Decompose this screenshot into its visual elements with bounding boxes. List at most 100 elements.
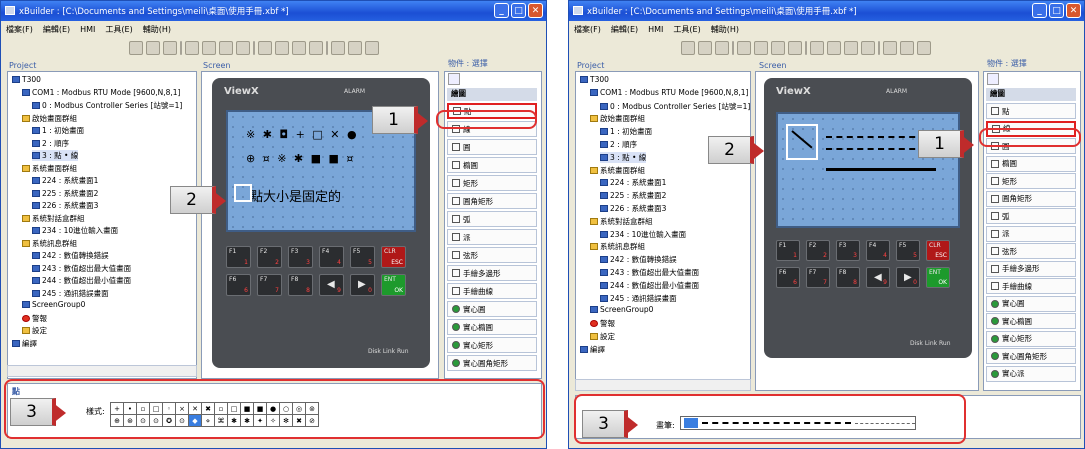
palette-item[interactable]: 圓角矩形 (986, 190, 1076, 207)
minimize-button[interactable]: _ (494, 3, 509, 18)
palette-group-header[interactable]: 繪圖 (447, 88, 537, 101)
menu-help[interactable]: 輔助(H) (711, 24, 739, 35)
download-icon[interactable] (365, 41, 379, 55)
tree-item[interactable]: 系統畫面群組 (590, 165, 645, 176)
delete-icon[interactable] (236, 41, 250, 55)
simulate-icon[interactable] (348, 41, 362, 55)
function-key[interactable]: F6 6 (226, 274, 251, 296)
copy-icon[interactable] (202, 41, 216, 55)
tree-item[interactable]: 啟始畫面群組 (22, 113, 77, 124)
tree-item[interactable]: COM1 : Modbus RTU Mode [9600,N,8,1] (590, 88, 749, 97)
tree-item[interactable]: 234 : 10進位輸入畫面 (600, 229, 686, 240)
palette-item[interactable]: 弦形 (447, 247, 537, 263)
compile-icon[interactable] (331, 41, 345, 55)
align3-icon[interactable] (292, 41, 306, 55)
palette-item[interactable]: 弧 (447, 211, 537, 227)
palette-item[interactable]: 派 (447, 229, 537, 245)
function-key[interactable]: F7 7 (257, 274, 282, 296)
tree-item[interactable]: 225 : 系統畫面2 (32, 188, 98, 199)
open-icon[interactable] (698, 41, 712, 55)
compile-icon[interactable] (883, 41, 897, 55)
arrow-right-key[interactable]: 0 ▶ (350, 274, 375, 296)
tree-item[interactable]: 設定 (590, 331, 615, 342)
palette-item[interactable]: 手繪多邊形 (447, 265, 537, 281)
cut-icon[interactable] (185, 41, 199, 55)
menu-hmi[interactable]: HMI (80, 25, 95, 34)
tree-item[interactable]: 224 : 系統畫面1 (32, 175, 98, 186)
align2-icon[interactable] (275, 41, 289, 55)
palette-item[interactable]: 實心圓 (986, 295, 1076, 312)
function-key[interactable]: F2 2 (257, 246, 282, 268)
tree-item[interactable]: 1 : 初始畫面 (600, 126, 652, 137)
pointer-tool-icon[interactable] (987, 73, 999, 85)
palette-item[interactable]: 實心橢圓 (986, 313, 1076, 329)
function-key[interactable]: F7 7 (806, 267, 830, 288)
function-key[interactable]: F6 6 (776, 267, 800, 288)
selected-dot[interactable] (234, 184, 252, 202)
delete-icon[interactable] (788, 41, 802, 55)
palette-item[interactable]: 橢圓 (447, 157, 537, 173)
function-key[interactable]: F4 4 (319, 246, 344, 268)
tree-item[interactable]: 啟始畫面群組 (590, 113, 645, 124)
arrow-right-key[interactable]: 0 ▶ (896, 267, 920, 288)
palette-item[interactable]: 點 (986, 103, 1076, 119)
tree-item[interactable]: 225 : 系統畫面2 (600, 190, 666, 201)
palette-item[interactable]: 弦形 (986, 243, 1076, 259)
tree-item[interactable]: 2 : 順序 (600, 139, 637, 150)
palette-item[interactable]: 矩形 (986, 173, 1076, 189)
function-key[interactable]: F5 5 (350, 246, 375, 268)
arrow-left-key[interactable]: 9 ◀ (319, 274, 344, 296)
align4-icon[interactable] (861, 41, 875, 55)
tree-item[interactable]: 243 : 數值超出最大值畫面 (32, 263, 131, 274)
menu-tools[interactable]: 工具(E) (673, 24, 700, 35)
cut-icon[interactable] (737, 41, 751, 55)
ent-ok-key[interactable]: ENT OK (926, 267, 950, 288)
tree-item[interactable]: 0 : Modbus Controller Series [站號=1] (32, 100, 182, 111)
tree-item[interactable]: T300 (12, 75, 41, 84)
save-icon[interactable] (715, 41, 729, 55)
tree-hscrollbar[interactable] (7, 365, 197, 377)
function-key[interactable]: F8 8 (836, 267, 860, 288)
copy-icon[interactable] (754, 41, 768, 55)
tree-item[interactable]: 245 : 通訊錯誤畫面 (600, 293, 677, 304)
tree-item[interactable]: ScreenGroup0 (590, 305, 653, 314)
function-key[interactable]: F3 3 (836, 240, 860, 261)
align2-icon[interactable] (827, 41, 841, 55)
maximize-button[interactable]: □ (1049, 3, 1064, 18)
menu-hmi[interactable]: HMI (648, 25, 663, 34)
tree-item[interactable]: 244 : 數值超出最小值畫面 (32, 275, 131, 286)
tree-hscrollbar[interactable] (575, 379, 751, 391)
tree-item[interactable]: 244 : 數值超出最小值畫面 (600, 280, 699, 291)
open-icon[interactable] (146, 41, 160, 55)
palette-item[interactable]: 實心矩形 (986, 330, 1076, 347)
palette-item[interactable]: 弧 (986, 208, 1076, 224)
new-icon[interactable] (129, 41, 143, 55)
align-icon[interactable] (258, 41, 272, 55)
tree-item[interactable]: ScreenGroup0 (22, 300, 85, 309)
palette-item[interactable]: 實心橢圓 (447, 319, 537, 335)
palette-item[interactable]: 派 (986, 225, 1076, 242)
close-button[interactable]: ✕ (1066, 3, 1081, 18)
tree-item[interactable]: 警報 (22, 313, 47, 324)
paste-icon[interactable] (771, 41, 785, 55)
menu-file[interactable]: 檔案(F) (574, 24, 601, 35)
function-key[interactable]: F4 4 (866, 240, 890, 261)
tree-item[interactable]: 226 : 系統畫面3 (600, 203, 666, 214)
function-key[interactable]: F1 1 (226, 246, 251, 268)
new-icon[interactable] (681, 41, 695, 55)
palette-item[interactable]: 圓 (447, 139, 537, 155)
tree-item[interactable]: 3 : 點 • 線 (600, 151, 647, 163)
palette-group-header[interactable]: 繪圖 (986, 88, 1076, 101)
function-key[interactable]: F2 2 (806, 240, 830, 261)
tree-item[interactable]: 警報 (590, 318, 615, 329)
save-icon[interactable] (163, 41, 177, 55)
palette-item[interactable]: 橢圓 (986, 155, 1076, 172)
menu-edit[interactable]: 編輯(E) (43, 24, 70, 35)
align3-icon[interactable] (844, 41, 858, 55)
tree-item[interactable]: 226 : 系統畫面3 (32, 200, 98, 211)
palette-item[interactable]: 實心圓角矩形 (986, 348, 1076, 364)
tree-item[interactable]: 234 : 10進位輸入畫面 (32, 225, 118, 236)
palette-item[interactable]: 實心圓 (447, 301, 537, 317)
tree-item[interactable]: 1 : 初始畫面 (32, 125, 84, 136)
palette-item[interactable]: 實心派 (986, 365, 1076, 382)
